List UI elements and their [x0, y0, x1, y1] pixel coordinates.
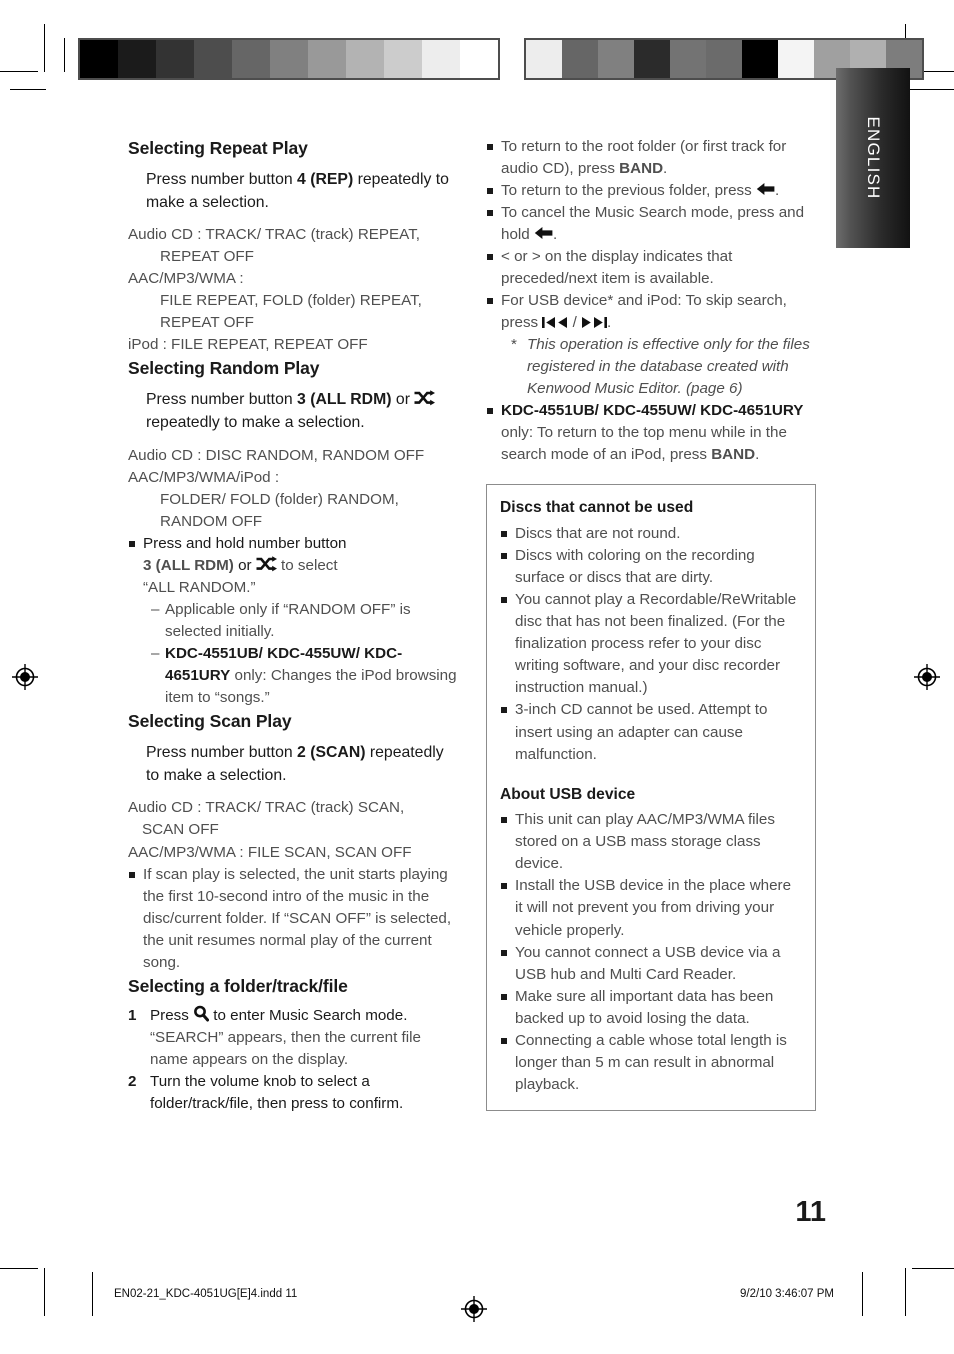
- usb-list: This unit can play AAC/MP3/WMA files sto…: [500, 809, 802, 1095]
- usb-list-item: You cannot connect a USB device via a US…: [500, 942, 802, 986]
- scan-lead-instruction: Press number button 2 (SCAN) repeatedly …: [128, 741, 458, 788]
- folder-step-1-prefix: Press: [150, 1007, 194, 1025]
- usb-list-item: Connecting a cable whose total length is…: [500, 1030, 802, 1096]
- panel-heading-discs: Discs that cannot be used: [500, 499, 694, 517]
- note-skip-search-end: .: [607, 314, 612, 332]
- usb-list-item: Install the USB device in the place wher…: [500, 875, 802, 941]
- repeat-line-0: Audio CD : TRACK/ TRAC (track) REPEAT,: [128, 226, 421, 244]
- scan-line-0: Audio CD : TRACK/ TRAC (track) SCAN,: [128, 799, 405, 817]
- note-footnote-wrap: This operation is effective only for the…: [486, 334, 816, 400]
- repeat-line-1: REPEAT OFF: [160, 248, 254, 266]
- folder-step-2: 2 Turn the volume knob to select a folde…: [128, 1071, 458, 1115]
- heading-selecting-folder-track-file: Selecting a folder/track/file: [128, 975, 348, 996]
- note-model-end: .: [755, 446, 760, 464]
- info-panel: Discs that cannot be used Discs that are…: [486, 484, 816, 1111]
- skip-back-icon: [542, 316, 568, 329]
- random-note-line-1: Press and hold number button: [143, 534, 347, 552]
- left-column: Selecting Repeat Play Press number butto…: [128, 136, 458, 1115]
- note-model-top-menu: KDC-4551UB/ KDC-455UW/ KDC-4651URY only:…: [486, 400, 816, 466]
- note-previous-folder: To return to the previous folder, press …: [486, 180, 816, 202]
- random-note-button: 3 (ALL RDM): [143, 556, 234, 574]
- random-note-all-random: “ALL RANDOM.”: [143, 578, 256, 596]
- random-line-2: FOLDER/ FOLD (folder) RANDOM,: [160, 490, 399, 508]
- note-previous-folder-end: .: [774, 182, 780, 200]
- shuffle-icon: [414, 390, 436, 406]
- repeat-line-3: FILE REPEAT, FOLD (folder) REPEAT,: [160, 292, 422, 310]
- scan-lead-button: 2 (SCAN): [297, 743, 366, 761]
- random-note-mid: or: [233, 556, 256, 574]
- repeat-line-5: iPod : FILE REPEAT, REPEAT OFF: [128, 336, 368, 354]
- heading-selecting-scan-play: Selecting Scan Play: [128, 711, 292, 732]
- back-arrow-icon: [534, 226, 553, 241]
- footer-filename: EN02-21_KDC-4051UG[E]4.indd 11: [114, 1288, 298, 1300]
- footer-timestamp: 9/2/10 3:46:07 PM: [740, 1288, 834, 1300]
- scan-line-1: SCAN OFF: [142, 821, 219, 839]
- discs-list-item: 3-inch CD cannot be used. Attempt to ins…: [500, 699, 802, 765]
- note-display-indicator-text: < or > on the display indicates that pre…: [501, 248, 733, 288]
- search-notes-list: To return to the root folder (or first t…: [486, 136, 816, 466]
- random-line-0: Audio CD : DISC RANDOM, RANDOM OFF: [128, 446, 425, 464]
- heading-selecting-random-play: Selecting Random Play: [128, 358, 320, 379]
- discs-list-item: You cannot play a Recordable/ReWritable …: [500, 589, 802, 699]
- random-lead-prefix: Press number button: [146, 391, 298, 409]
- note-skip-mid: /: [568, 314, 582, 332]
- note-skip-search: For USB device* and iPod: To skip search…: [486, 290, 816, 334]
- random-note-tail: to select: [276, 556, 338, 574]
- random-lead-mid: or: [391, 391, 415, 409]
- scan-line-2: AAC/MP3/WMA : FILE SCAN, SCAN OFF: [128, 843, 412, 861]
- note-display-indicator: < or > on the display indicates that pre…: [486, 246, 816, 290]
- folder-step-2-number: 2: [128, 1073, 137, 1091]
- panel-heading-usb: About USB device: [500, 785, 636, 803]
- random-lead-suffix: repeatedly to make a selection.: [146, 414, 365, 432]
- usb-list-item: This unit can play AAC/MP3/WMA files sto…: [500, 809, 802, 875]
- folder-step-1-suffix: to enter Music Search mode.: [209, 1007, 408, 1025]
- page-content: Selecting Repeat Play Press number butto…: [0, 0, 954, 1354]
- random-lead-button: 3 (ALL RDM): [297, 391, 392, 409]
- note-previous-folder-text: To return to the previous folder, press: [501, 182, 756, 200]
- note-root-folder-end: .: [663, 160, 668, 178]
- folder-step-1-number: 1: [128, 1007, 137, 1025]
- random-lead-instruction: Press number button 3 (ALL RDM) or repea…: [128, 388, 458, 435]
- random-dash-item-2: KDC-4551UB/ KDC-455UW/ KDC-4651URY only:…: [151, 643, 458, 709]
- random-line-3: RANDOM OFF: [160, 512, 263, 530]
- random-note-item: Press and hold number button 3 (ALL RDM)…: [128, 533, 458, 709]
- folder-step-1-subtext: “SEARCH” appears, then the current file …: [150, 1029, 421, 1069]
- usb-list-item: Make sure all important data has been ba…: [500, 986, 802, 1030]
- discs-list-item: Discs with coloring on the recording sur…: [500, 545, 802, 589]
- repeat-lead-prefix: Press number button: [146, 170, 298, 188]
- repeat-lead-button: 4 (REP): [297, 170, 354, 188]
- note-cancel-search-end: .: [552, 226, 558, 244]
- discs-list: Discs that are not round. Discs with col…: [500, 523, 802, 765]
- scan-notes-list: If scan play is selected, the unit start…: [128, 864, 458, 974]
- right-column: To return to the root folder (or first t…: [486, 136, 816, 1111]
- random-dash-item-1: Applicable only if “RANDOM OFF” is selec…: [151, 599, 458, 643]
- repeat-line-2: AAC/MP3/WMA :: [128, 270, 244, 288]
- search-icon: [193, 1005, 210, 1022]
- note-root-folder-button: BAND: [619, 160, 664, 178]
- skip-forward-icon: [581, 316, 608, 329]
- note-cancel-search: To cancel the Music Search mode, press a…: [486, 202, 816, 246]
- random-line-1: AAC/MP3/WMA/iPod :: [128, 468, 280, 486]
- note-model-names: KDC-4551UB/ KDC-455UW/ KDC-4651URY: [501, 402, 804, 420]
- discs-list-item: Discs that are not round.: [500, 523, 802, 545]
- heading-selecting-repeat-play: Selecting Repeat Play: [128, 138, 308, 158]
- note-model-button: BAND: [711, 446, 756, 464]
- folder-step-1: 1 Press to enter Music Search mode. “SEA…: [128, 1005, 458, 1071]
- scan-lead-prefix: Press number button: [146, 743, 298, 761]
- note-root-folder: To return to the root folder (or first t…: [486, 136, 816, 180]
- shuffle-icon: [256, 556, 277, 572]
- back-arrow-icon: [756, 182, 775, 197]
- random-notes-list: Press and hold number button 3 (ALL RDM)…: [128, 533, 458, 709]
- page-number: 11: [795, 1196, 826, 1228]
- folder-step-2-text: Turn the volume knob to select a folder/…: [150, 1073, 404, 1113]
- search-footnote: This operation is effective only for the…: [511, 334, 816, 400]
- scan-note-item: If scan play is selected, the unit start…: [128, 864, 458, 974]
- repeat-line-4: REPEAT OFF: [160, 314, 254, 332]
- repeat-lead-instruction: Press number button 4 (REP) repeatedly t…: [128, 168, 458, 215]
